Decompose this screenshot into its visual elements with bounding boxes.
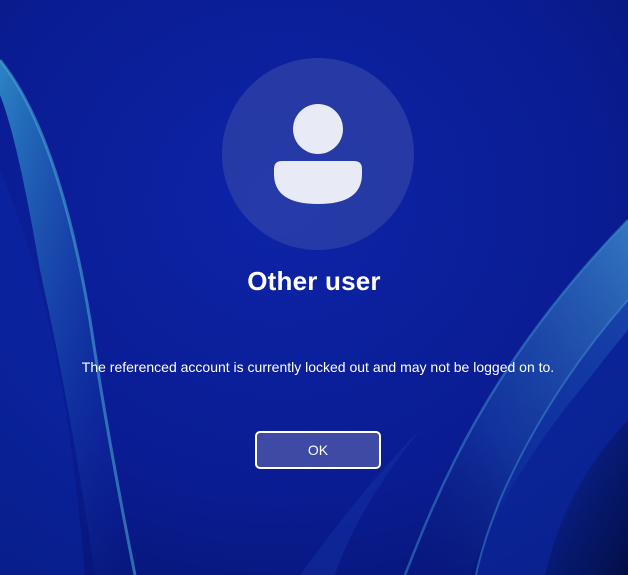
account-name: Other user	[247, 266, 381, 296]
lockout-message: The referenced account is currently lock…	[81, 359, 555, 375]
ok-button[interactable]: OK	[255, 431, 381, 469]
user-silhouette-icon	[274, 104, 362, 204]
user-avatar	[222, 58, 414, 250]
